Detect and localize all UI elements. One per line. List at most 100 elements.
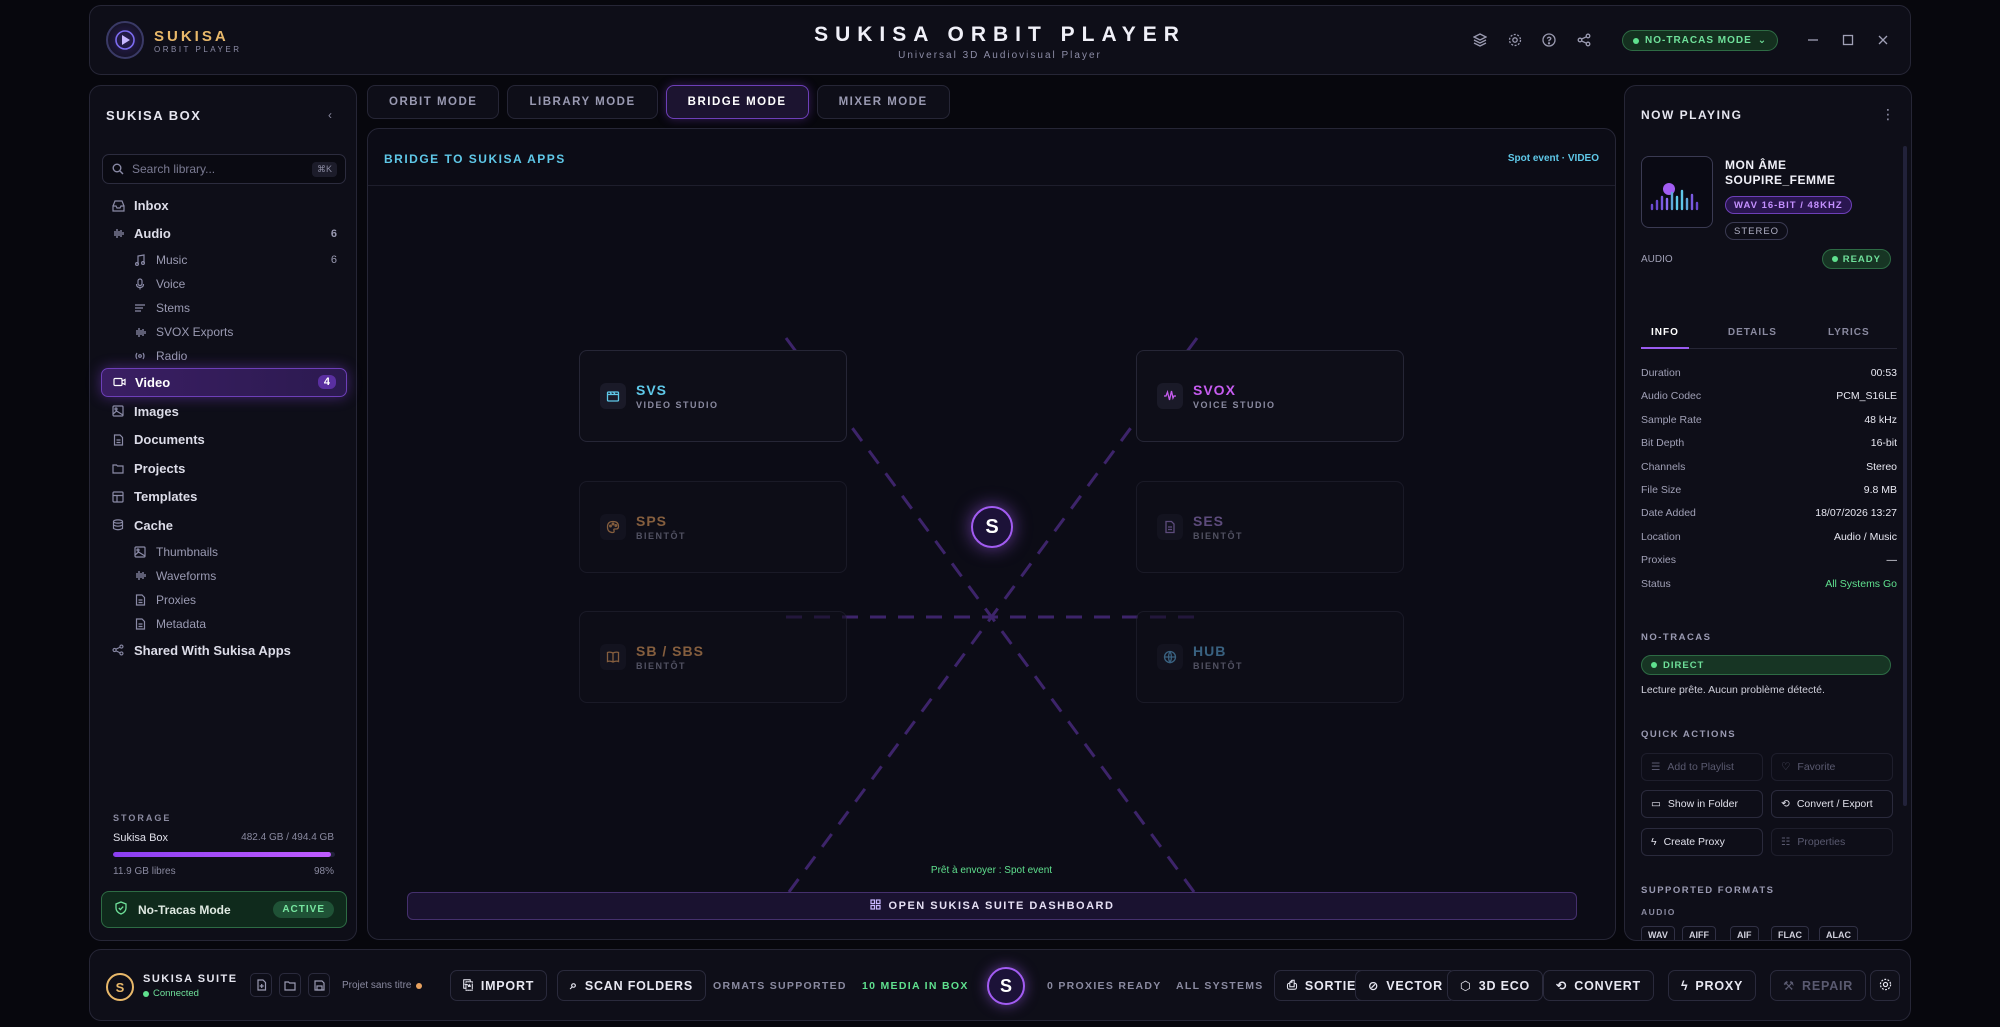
storage-free: 11.9 GB libres	[113, 866, 176, 877]
vector-button[interactable]: ⊘ VECTOR	[1355, 970, 1456, 1001]
open-folder-icon[interactable]	[279, 973, 301, 997]
status-dot	[143, 990, 149, 997]
sidebar-item-thumbnails[interactable]: Thumbnails	[101, 540, 347, 564]
search-icon	[111, 162, 125, 176]
now-playing-panel: NOW PLAYING ⋮ MON ÂME SOUPIRE_FEMME WAV …	[1624, 85, 1912, 941]
sidebar-item-cache[interactable]: Cache	[101, 511, 347, 540]
sidebar-item-audio[interactable]: Audio 6	[101, 220, 347, 249]
app-card-svs[interactable]: SVS VIDEO STUDIO	[579, 350, 847, 442]
vector-icon: ⊘	[1368, 979, 1380, 993]
card-subtitle: BIENTÔT	[636, 661, 686, 671]
maximize-icon[interactable]	[1838, 30, 1858, 50]
sidebar-item-inbox[interactable]: Inbox	[101, 191, 347, 220]
sidebar-item-label: Shared With Sukisa Apps	[134, 642, 291, 658]
tab-info[interactable]: INFO	[1641, 327, 1689, 349]
list-plus-icon: ☰	[1651, 761, 1661, 773]
create-proxy-button[interactable]: ϟ Create Proxy	[1641, 828, 1763, 856]
folder-icon	[111, 461, 125, 475]
sukisa-hub-button[interactable]: S	[987, 967, 1025, 1005]
info-value: 9.8 MB	[1863, 483, 1897, 496]
info-row: Status All Systems Go	[1641, 578, 1897, 601]
repair-button[interactable]: ⚒ REPAIR	[1770, 970, 1867, 1001]
wrench-icon: ⚒	[1783, 979, 1796, 993]
tab-mixer-mode[interactable]: MIXER MODE	[816, 85, 950, 119]
action-label: 3D ECO	[1478, 978, 1531, 993]
channels-badge: STEREO	[1725, 222, 1789, 240]
more-options-icon[interactable]: ⋮	[1881, 106, 1895, 123]
info-value: —	[1886, 554, 1898, 567]
storage-name: Sukisa Box	[113, 832, 169, 844]
convert-button[interactable]: ⟲ CONVERT	[1543, 970, 1654, 1001]
sidebar-item-templates[interactable]: Templates	[101, 483, 347, 512]
tab-details[interactable]: DETAILS	[1716, 327, 1789, 349]
sidebar-item-waveforms[interactable]: Waveforms	[101, 564, 347, 588]
open-dashboard-button[interactable]: OPEN SUKISA SUITE DASHBOARD	[407, 892, 1577, 920]
sukisa-hub[interactable]: S	[971, 506, 1013, 548]
sidebar-item-label: Stems	[156, 301, 191, 316]
show-in-folder-button[interactable]: ▭ Show in Folder	[1641, 790, 1763, 818]
no-tracas-mode-dropdown[interactable]: NO-TRACAS MODE ⌄	[1622, 30, 1779, 51]
refresh-icon: ⟲	[1781, 798, 1790, 810]
collapse-icon[interactable]: ‹	[328, 108, 332, 122]
favorite-button[interactable]: ♡ Favorite	[1771, 753, 1893, 781]
proxy-button[interactable]: ϟ PROXY	[1668, 970, 1757, 1001]
quick-action-label: Convert / Export	[1796, 798, 1873, 810]
search-input[interactable]	[132, 162, 305, 176]
sidebar: SUKISA BOX ‹ ⌘K Inbox Audio 6 Music 6 Voice St…	[89, 85, 357, 941]
app-card-ses[interactable]: SES BIENTÔT	[1136, 481, 1404, 573]
info-key: Proxies	[1641, 554, 1677, 567]
info-key: Sample Rate	[1641, 413, 1702, 426]
sidebar-item-label: Images	[134, 403, 179, 419]
settings-button[interactable]	[1870, 970, 1900, 1001]
album-art	[1641, 156, 1713, 228]
save-icon[interactable]	[308, 973, 330, 997]
format-chip: WAV	[1641, 926, 1675, 940]
app-card-sb-sbs[interactable]: SB / SBS BIENTÔT	[579, 611, 847, 703]
sidebar-item-shared-with-sukisa-apps[interactable]: Shared With Sukisa Apps	[101, 636, 347, 665]
3d-eco-button[interactable]: ⬡ 3D ECO	[1447, 970, 1544, 1001]
connection-status: Connected	[143, 988, 199, 999]
tab-bridge-mode[interactable]: BRIDGE MODE	[665, 85, 809, 119]
sidebar-item-voice[interactable]: Voice	[101, 272, 347, 296]
sidebar-item-radio[interactable]: Radio	[101, 344, 347, 368]
gear-icon[interactable]	[1505, 30, 1525, 50]
import-button[interactable]: ⎘ IMPORT	[450, 970, 548, 1001]
share-icon[interactable]	[1574, 30, 1594, 50]
tab-lyrics[interactable]: LYRICS	[1816, 327, 1882, 349]
new-file-icon[interactable]	[250, 973, 272, 997]
tab-library-mode[interactable]: LIBRARY MODE	[507, 85, 658, 119]
sliders-icon: ☷	[1781, 836, 1791, 848]
no-tracas-section-title: NO-TRACAS	[1641, 632, 1712, 643]
layers-icon[interactable]	[1470, 30, 1490, 50]
sidebar-item-documents[interactable]: Documents	[101, 425, 347, 454]
info-row: Audio Codec PCM_S16LE	[1641, 390, 1897, 413]
sidebar-item-projects[interactable]: Projects	[101, 454, 347, 483]
app-card-hub[interactable]: HUB BIENTÔT	[1136, 611, 1404, 703]
properties-button[interactable]: ☷ Properties	[1771, 828, 1893, 856]
tab-orbit-mode[interactable]: ORBIT MODE	[367, 85, 500, 119]
sidebar-item-proxies[interactable]: Proxies	[101, 588, 347, 612]
convert-export-button[interactable]: ⟲ Convert / Export	[1771, 790, 1893, 818]
image-icon	[133, 545, 147, 559]
close-icon[interactable]	[1873, 30, 1893, 50]
app-card-sps[interactable]: SPS BIENTÔT	[579, 481, 847, 573]
minimize-icon[interactable]	[1803, 30, 1823, 50]
waveform-icon	[111, 227, 125, 241]
info-value: 00:53	[1870, 367, 1897, 379]
sidebar-item-metadata[interactable]: Metadata	[101, 612, 347, 636]
help-icon[interactable]	[1539, 30, 1559, 50]
scan-folders-button[interactable]: ⌕ SCAN FOLDERS	[557, 970, 707, 1001]
sidebar-item-video[interactable]: Video 4	[101, 368, 347, 397]
project-name[interactable]: Projet sans titre	[342, 980, 423, 991]
add-to-playlist-button[interactable]: ☰ Add to Playlist	[1641, 753, 1763, 781]
scrollbar[interactable]	[1903, 146, 1907, 806]
convert-icon: ⟲	[1556, 979, 1568, 993]
sidebar-item-images[interactable]: Images	[101, 397, 347, 426]
sidebar-item-music[interactable]: Music 6	[101, 248, 347, 272]
sidebar-item-stems[interactable]: Stems	[101, 296, 347, 320]
sidebar-item-svox-exports[interactable]: SVOX Exports	[101, 320, 347, 344]
card-name: SVOX	[1193, 382, 1236, 398]
app-card-svox[interactable]: SVOX VOICE STUDIO	[1136, 350, 1404, 442]
no-tracas-toggle[interactable]: No-Tracas Mode ACTIVE	[101, 891, 347, 928]
no-tracas-label: No-Tracas Mode	[138, 902, 231, 917]
